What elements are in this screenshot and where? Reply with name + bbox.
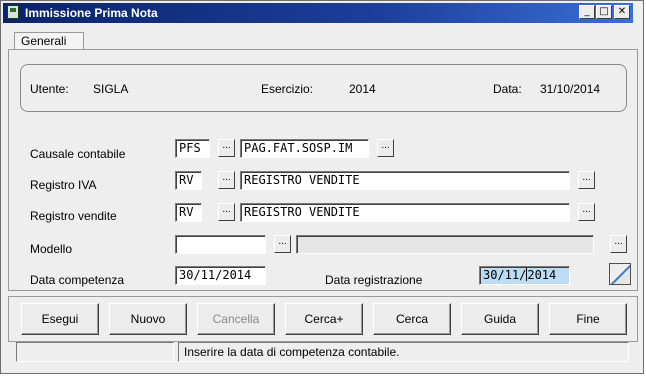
causale-description-lookup-button[interactable]: ... [377,139,394,157]
esercizio-label: Esercizio: [261,82,314,96]
resize-corner-icon[interactable] [609,263,631,285]
minimize-button[interactable]: _ [579,5,595,19]
registro-iva-lookup-button[interactable]: ... [218,171,235,189]
causale-code-input[interactable]: PFS [175,139,210,158]
app-icon [7,5,19,19]
data-competenza-input[interactable]: 30/11/2014 [175,266,266,285]
data-registrazione-value-part1: 30/11/ [483,268,527,282]
close-button[interactable]: ✕ [614,5,630,19]
registro-iva-description-input[interactable]: REGISTRO VENDITE [240,171,570,190]
data-label: Data: [493,82,522,96]
cerca-plus-button[interactable]: Cerca+ [285,303,363,335]
data-value: 31/10/2014 [540,82,601,96]
esercizio-value: 2014 [349,82,376,96]
data-registrazione-label: Data registrazione [325,273,423,287]
causale-lookup-button[interactable]: ... [218,139,235,157]
window-title: Immissione Prima Nota [25,6,158,20]
modello-lookup-button[interactable]: ... [274,235,291,253]
registro-iva-code-input[interactable]: RV [175,171,202,190]
registro-vendite-description-lookup-button[interactable]: ... [578,203,595,221]
causale-description-input[interactable]: PAG.FAT.SOSP.IM [240,139,369,158]
fine-button[interactable]: Fine [549,303,627,335]
cerca-button[interactable]: Cerca [373,303,451,335]
utente-value: SIGLA [93,82,129,96]
maximize-button[interactable]: □ [596,5,612,19]
esegui-button[interactable]: Esegui [21,303,99,335]
registro-vendite-description-input[interactable]: REGISTRO VENDITE [240,203,570,222]
data-registrazione-value-part2: 2014 [527,268,557,282]
causale-label: Causale contabile [30,147,126,161]
status-left-pane [16,342,174,362]
registro-vendite-label: Registro vendite [30,209,117,223]
modello-description-lookup-button[interactable]: ... [610,235,627,253]
registro-vendite-lookup-button[interactable]: ... [218,203,235,221]
status-message: Inserire la data di competenza contabile… [178,342,629,362]
modello-description-input [296,235,594,254]
registro-iva-label: Registro IVA [30,178,97,192]
utente-label: Utente: [30,82,69,96]
modello-label: Modello [30,242,73,256]
data-competenza-label: Data competenza [30,273,125,287]
registro-vendite-code-input[interactable]: RV [175,203,202,222]
nuovo-button[interactable]: Nuovo [109,303,187,335]
data-registrazione-input[interactable]: 30/11/2014 [479,266,570,285]
modello-code-input[interactable] [175,235,266,254]
registro-iva-description-lookup-button[interactable]: ... [578,171,595,189]
guida-button[interactable]: Guida [461,303,539,335]
tab-generali[interactable]: Generali [14,32,84,50]
title-bar[interactable]: Immissione Prima Nota _ □ ✕ [3,3,633,23]
cancella-button[interactable]: Cancella [197,303,275,335]
